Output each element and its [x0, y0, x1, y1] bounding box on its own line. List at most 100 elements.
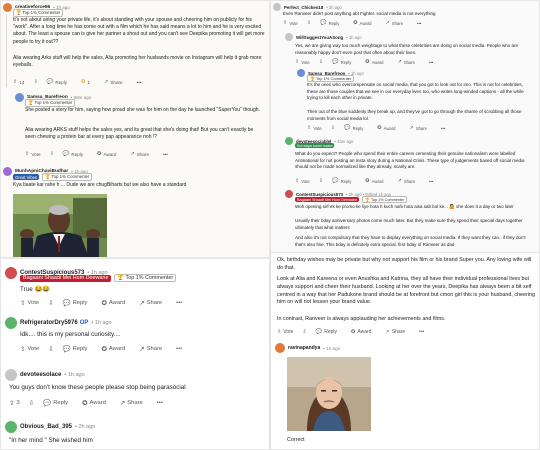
reply-button[interactable]: 💬 Reply	[344, 125, 370, 131]
comment-image[interactable]	[287, 357, 371, 431]
upvote-icon[interactable]: ⇧	[295, 59, 299, 65]
vote-control[interactable]: ⇧ Vote ⇩	[295, 178, 325, 184]
avatar[interactable]	[5, 267, 17, 279]
username[interactable]: RefrigeratorDry5976	[20, 320, 78, 326]
avatar[interactable]	[3, 167, 12, 176]
downvote-icon[interactable]: ⇩	[331, 125, 335, 131]
downvote-icon[interactable]: ⇩	[302, 329, 306, 335]
username[interactable]: ravinapandya	[288, 345, 320, 351]
username[interactable]: WillSuggestYouASong	[296, 35, 343, 40]
share-button[interactable]: ↗ Share	[130, 151, 156, 157]
user-flair: Great Vibes	[13, 174, 40, 180]
downvote-icon[interactable]: ⇩	[48, 345, 53, 353]
vote-control[interactable]: ⇧ Vote ⇩	[20, 299, 56, 307]
upvote-icon[interactable]: ⇧	[20, 299, 25, 307]
timestamp: • 1h ago	[346, 34, 362, 40]
reply-button[interactable]: 💬 Reply	[63, 345, 95, 353]
avatar[interactable]	[3, 3, 12, 12]
avatar[interactable]	[5, 317, 17, 329]
downvote-icon[interactable]: ⇩	[319, 59, 323, 65]
award-button[interactable]: ✪ Award	[97, 151, 123, 157]
award-icon: ✪	[97, 151, 102, 157]
share-button[interactable]: ↗ Share	[120, 399, 150, 407]
share-button[interactable]: ↗ Share	[139, 299, 169, 307]
share-button[interactable]: ↗ Share	[385, 329, 412, 335]
upvote-icon[interactable]: ⇧	[277, 329, 281, 335]
upvote-icon[interactable]: ⇧	[9, 399, 14, 407]
more-button[interactable]: •••	[419, 329, 424, 335]
avatar[interactable]	[15, 93, 24, 102]
share-button[interactable]: ↗ Share	[139, 345, 169, 353]
more-button[interactable]: •••	[441, 126, 445, 131]
more-button[interactable]: •••	[417, 21, 421, 26]
avatar[interactable]	[5, 369, 17, 381]
downvote-icon[interactable]: ⇩	[50, 151, 54, 157]
more-button[interactable]: •••	[176, 300, 182, 306]
reply-button[interactable]: 💬 Reply	[47, 79, 74, 85]
vote-control[interactable]: ⇧ 3 ⇩	[9, 399, 36, 407]
user-flair: Bagaani Shaadi Mei Hum Deewane	[295, 197, 360, 202]
comment-flair-row: Bagaani Shaadi Mei Hum Deewane 🏆 Top 1% …	[295, 196, 408, 203]
award-button[interactable]: ✪ Award	[377, 125, 402, 131]
comment-actions: ⇧ Vote ⇩ 💬 Reply ✪ Award ↗ Share •••	[20, 299, 189, 307]
award-button[interactable]: ✪ Award	[101, 299, 132, 307]
upvote-icon[interactable]: ⇧	[295, 178, 299, 184]
upvote-icon[interactable]: ⇧	[13, 79, 17, 85]
vote-control[interactable]: ⇧ Vote ⇩	[277, 329, 309, 335]
reply-button[interactable]: 💬 Reply	[316, 329, 344, 335]
vote-control[interactable]: ⇧ Vote ⇩	[20, 345, 56, 353]
reply-button[interactable]: 💬 Reply	[332, 59, 358, 65]
downvote-icon[interactable]: ⇩	[307, 20, 311, 26]
more-button[interactable]: •••	[429, 179, 433, 184]
award-button[interactable]: ✪ 1	[81, 79, 97, 85]
top-commenter-badge: 🏆 Top 1% Commenter	[362, 196, 408, 203]
vote-control[interactable]: ⇧ Vote ⇩	[25, 151, 56, 157]
avatar[interactable]	[273, 3, 281, 11]
downvote-icon[interactable]: ⇩	[319, 178, 323, 184]
upvote-icon[interactable]: ⇧	[283, 20, 287, 26]
more-button[interactable]: •••	[163, 152, 168, 157]
username[interactable]: Perfect_Chicken18	[284, 5, 323, 10]
downvote-icon[interactable]: ⇩	[33, 79, 37, 85]
reply-button[interactable]: 💬 Reply	[43, 399, 75, 407]
vote-control[interactable]: ⇧ Vote ⇩	[307, 125, 337, 131]
vote-control[interactable]: ⇧ 14 ⇩	[13, 79, 40, 85]
more-button[interactable]: •••	[137, 80, 142, 85]
more-button[interactable]: •••	[176, 346, 182, 352]
reply-button[interactable]: 💬 Reply	[63, 151, 90, 157]
award-button[interactable]: ✪ Award	[353, 20, 378, 26]
upvote-icon[interactable]: ⇧	[25, 151, 29, 157]
more-button[interactable]: •••	[157, 400, 163, 406]
more-button[interactable]: •••	[429, 60, 433, 65]
upvote-icon[interactable]: ⇧	[20, 345, 25, 353]
award-button[interactable]: ✪ Award	[351, 329, 378, 335]
avatar[interactable]	[297, 69, 305, 77]
reply-button[interactable]: 💬 Reply	[320, 20, 346, 26]
avatar[interactable]	[275, 343, 285, 353]
vote-control[interactable]: ⇧ Vote ⇩	[295, 59, 325, 65]
award-button[interactable]: ✪ Award	[101, 345, 132, 353]
avatar[interactable]	[5, 421, 17, 433]
share-button[interactable]: ↗ Share	[104, 79, 130, 85]
award-button[interactable]: ✪ Award	[365, 178, 390, 184]
share-button[interactable]: ↗ Share	[397, 178, 422, 184]
avatar[interactable]	[285, 33, 293, 41]
downvote-icon[interactable]: ⇩	[29, 399, 34, 407]
award-button[interactable]: ✪ Award	[82, 399, 113, 407]
share-button[interactable]: ↗ Share	[385, 20, 410, 26]
share-button[interactable]: ↗ Share	[397, 59, 422, 65]
username[interactable]: Obvious_Bad_395	[20, 424, 72, 430]
username[interactable]: devoteesolace	[20, 372, 61, 378]
avatar[interactable]	[285, 137, 293, 145]
share-button[interactable]: ↗ Share	[409, 125, 434, 131]
downvote-icon[interactable]: ⇩	[48, 299, 53, 307]
reply-button[interactable]: 💬 Reply	[63, 299, 95, 307]
man-shrugging-image	[13, 194, 107, 257]
comment-flair-row: Great Vibes 🏆 Top 1% Commenter	[13, 173, 93, 181]
upvote-icon[interactable]: ⇧	[307, 125, 311, 131]
award-button[interactable]: ✪ Award	[365, 59, 390, 65]
comment-image[interactable]	[13, 194, 107, 257]
vote-control[interactable]: ⇧ Vote ⇩	[283, 20, 313, 26]
reply-button[interactable]: 💬 Reply	[332, 178, 358, 184]
avatar[interactable]	[285, 190, 293, 198]
